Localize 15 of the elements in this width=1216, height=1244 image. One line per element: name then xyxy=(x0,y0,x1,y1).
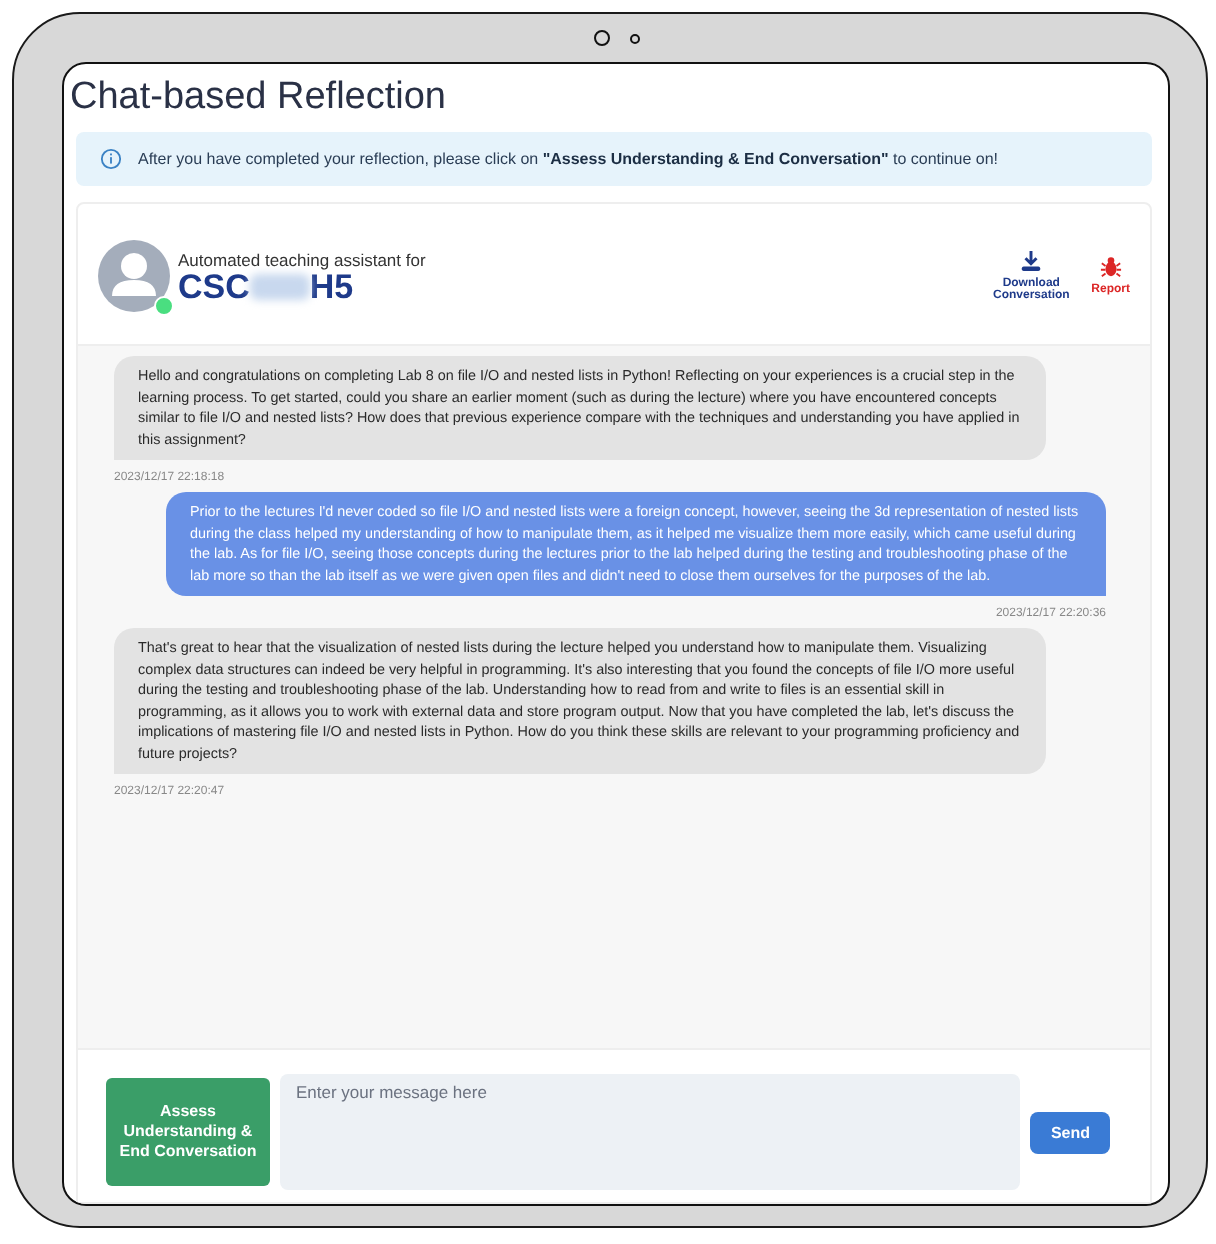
redacted-block xyxy=(249,273,310,299)
info-text: After you have completed your reflection, please click on "Assess Understanding & End Conversation" to continue on! xyxy=(138,150,998,168)
message-input[interactable]: Enter your message here xyxy=(280,1074,1021,1190)
sensor-icon xyxy=(629,33,639,43)
course-code-suffix: H5 xyxy=(309,269,354,303)
bug-icon xyxy=(1099,256,1122,278)
camera-icon xyxy=(593,30,609,46)
avatar-icon xyxy=(98,240,170,312)
info-icon xyxy=(100,148,122,170)
send-button[interactable]: Send xyxy=(1030,1111,1110,1153)
end-conversation-button[interactable]: Assess Understanding & End Conversation xyxy=(106,1078,270,1186)
page-title: Chat-based Reflection xyxy=(70,76,448,120)
download-icon xyxy=(1020,250,1043,272)
assistant-caption: Automated teaching assistant for xyxy=(178,249,426,269)
course-code-prefix: CSC xyxy=(178,269,250,303)
